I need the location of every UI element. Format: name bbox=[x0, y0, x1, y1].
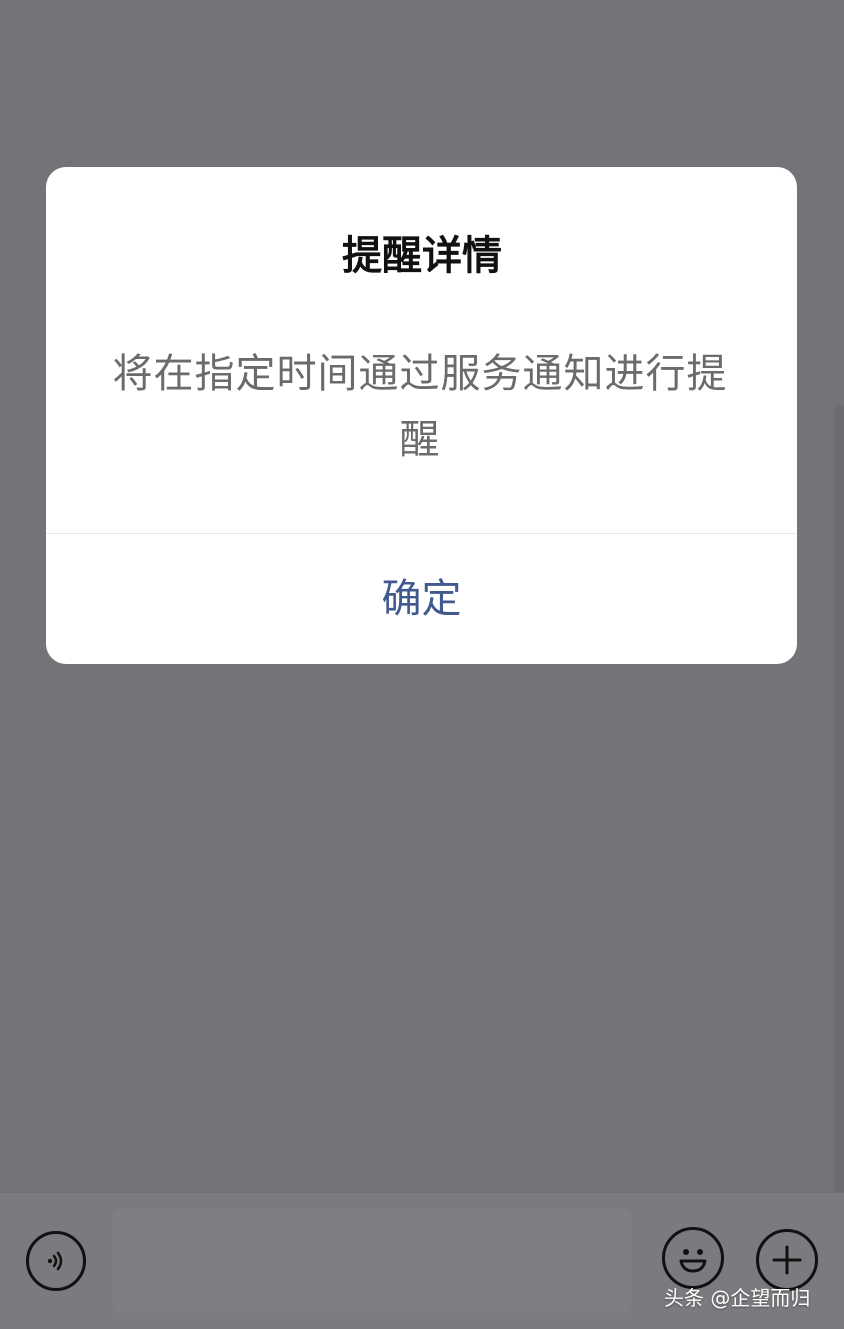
dialog-title: 提醒详情 bbox=[342, 233, 502, 279]
chat-screen: 提醒详情 将在指定时间通过服务通知进行提醒 确定 头条 @企望而归 bbox=[0, 0, 844, 1329]
dialog-message: 将在指定时间通过服务通知进行提醒 bbox=[112, 351, 728, 463]
watermark-text: 头条 @企望而归 bbox=[664, 1286, 811, 1310]
message-input[interactable] bbox=[112, 1209, 632, 1313]
more-button[interactable] bbox=[756, 1229, 818, 1291]
voice-icon bbox=[47, 1251, 63, 1271]
plus-icon bbox=[772, 1245, 802, 1275]
confirm-button[interactable]: 确定 bbox=[46, 534, 797, 664]
emoji-icon bbox=[679, 1249, 707, 1273]
voice-button[interactable] bbox=[26, 1231, 86, 1291]
emoji-button[interactable] bbox=[662, 1227, 724, 1289]
scroll-edge bbox=[834, 405, 844, 1192]
